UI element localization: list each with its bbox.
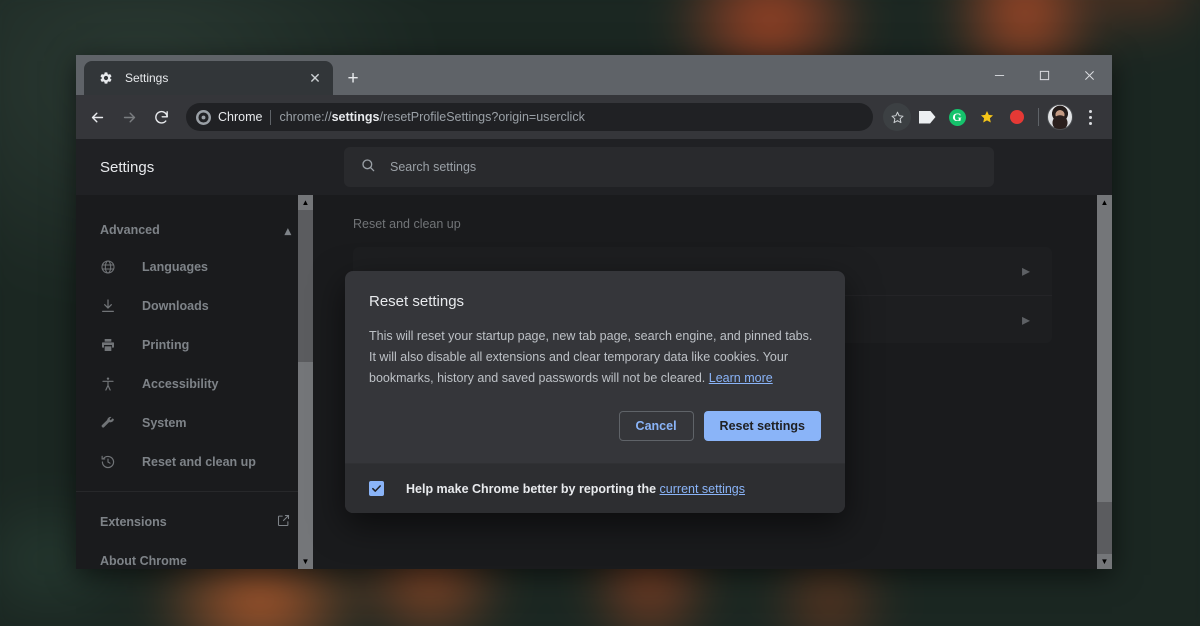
chrome-browser-window: Settings ✕ + Chrome chrome://settings/re… bbox=[76, 55, 1112, 569]
reload-icon[interactable] bbox=[146, 102, 176, 132]
url-prefix: chrome:// bbox=[279, 110, 332, 124]
omnibox-scheme-label: Chrome bbox=[218, 110, 263, 124]
reset-settings-button[interactable]: Reset settings bbox=[703, 411, 821, 441]
settings-header: Settings Search settings bbox=[76, 139, 1112, 195]
omnibox-chrome-chip: Chrome bbox=[196, 109, 263, 125]
maximize-button[interactable] bbox=[1022, 55, 1067, 95]
star-extension-icon[interactable] bbox=[973, 103, 1001, 131]
search-icon bbox=[360, 157, 376, 178]
settings-page: Settings Search settings Advanced ▴ Lang… bbox=[76, 139, 1112, 569]
report-settings-checkbox[interactable] bbox=[369, 481, 384, 496]
minimize-button[interactable] bbox=[977, 55, 1022, 95]
kebab-menu-icon[interactable] bbox=[1076, 103, 1104, 131]
dialog-body: This will reset your startup page, new t… bbox=[345, 310, 845, 389]
record-extension-icon[interactable] bbox=[1003, 103, 1031, 131]
tab-title: Settings bbox=[125, 71, 169, 85]
close-window-button[interactable] bbox=[1067, 55, 1112, 95]
close-tab-icon[interactable]: ✕ bbox=[305, 68, 325, 88]
address-bar[interactable]: Chrome chrome://settings/resetProfileSet… bbox=[186, 103, 873, 131]
new-tab-button[interactable]: + bbox=[339, 64, 367, 92]
url-host: settings bbox=[331, 110, 380, 124]
gear-icon bbox=[98, 70, 114, 86]
dialog-title: Reset settings bbox=[369, 293, 465, 310]
page-title: Settings bbox=[100, 158, 155, 176]
tab-strip: Settings ✕ + bbox=[76, 55, 1112, 95]
tab-settings[interactable]: Settings ✕ bbox=[84, 61, 333, 95]
search-input[interactable]: Search settings bbox=[344, 147, 994, 187]
window-controls bbox=[977, 55, 1112, 95]
toolbar-divider bbox=[1038, 108, 1039, 126]
url-path: /resetProfileSettings?origin=userclick bbox=[379, 110, 585, 124]
search-placeholder: Search settings bbox=[390, 160, 477, 174]
browser-toolbar: Chrome chrome://settings/resetProfileSet… bbox=[76, 95, 1112, 139]
report-settings-label: Help make Chrome better by reporting the… bbox=[406, 482, 745, 496]
reset-settings-dialog: Reset settings This will reset your star… bbox=[345, 271, 845, 513]
bookmark-star-icon[interactable] bbox=[883, 103, 911, 131]
forward-icon[interactable] bbox=[114, 102, 144, 132]
checkbox-text: Help make Chrome better by reporting the bbox=[406, 481, 657, 496]
omnibox-url: chrome://settings/resetProfileSettings?o… bbox=[279, 110, 584, 124]
settings-body: Advanced ▴ Languages Downloads Printing … bbox=[76, 195, 1112, 569]
back-icon[interactable] bbox=[82, 102, 112, 132]
chrome-logo-icon bbox=[196, 109, 211, 125]
avatar[interactable] bbox=[1046, 103, 1074, 131]
grammarly-letter: G bbox=[948, 108, 966, 126]
learn-more-link[interactable]: Learn more bbox=[709, 371, 773, 385]
dialog-actions: Cancel Reset settings bbox=[345, 389, 845, 463]
tag-extension-icon[interactable] bbox=[913, 103, 941, 131]
dialog-footer: Help make Chrome better by reporting the… bbox=[345, 463, 845, 513]
cancel-button[interactable]: Cancel bbox=[618, 411, 694, 441]
omnibox-divider bbox=[270, 109, 272, 125]
desktop: Settings ✕ + Chrome chrome://settings/re… bbox=[0, 0, 1200, 626]
grammarly-extension-icon[interactable]: G bbox=[943, 103, 971, 131]
current-settings-link[interactable]: current settings bbox=[660, 482, 745, 496]
